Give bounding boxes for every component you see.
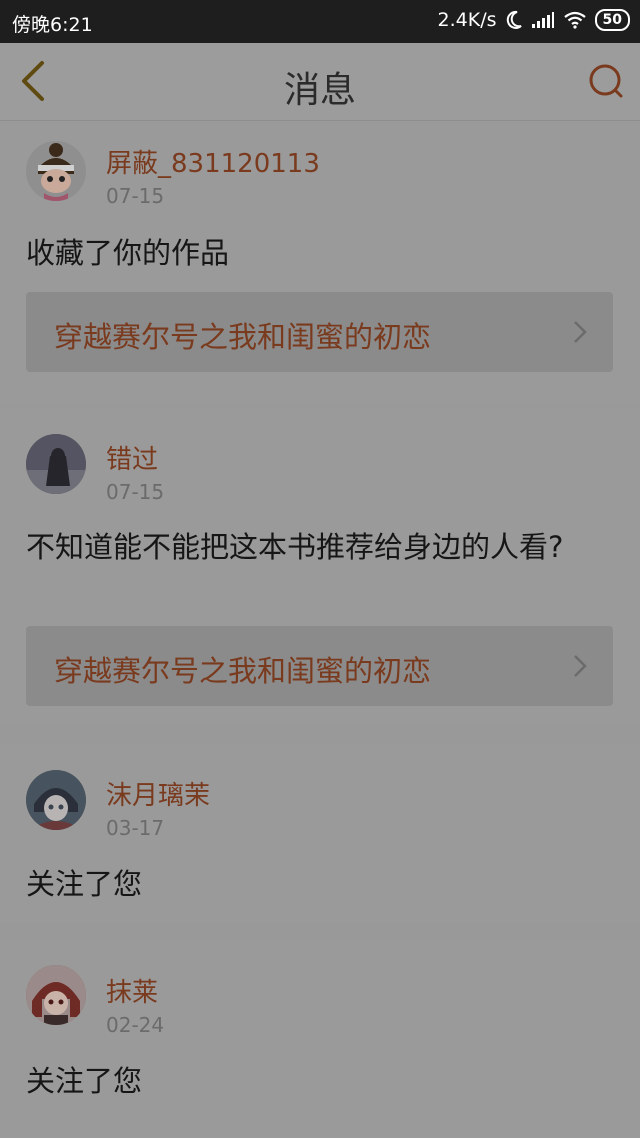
user-name[interactable]: 错过 — [106, 439, 158, 476]
user-name[interactable]: 抹莱 — [106, 972, 158, 1009]
avatar[interactable] — [26, 141, 86, 201]
message-item[interactable]: 错过 07-15 不知道能不能把这本书推荐给身边的人看? 穿越赛尔号之我和闺蜜的… — [0, 409, 640, 724]
moon-icon — [506, 10, 522, 29]
avatar[interactable] — [26, 965, 86, 1025]
user-name[interactable]: 屏蔽_831120113 — [106, 143, 320, 180]
message-date: 07-15 — [106, 480, 165, 504]
message-text: 关注了您 — [26, 1064, 143, 1098]
avatar-image — [26, 141, 86, 201]
avatar-image — [26, 770, 86, 830]
avatar[interactable] — [26, 434, 86, 494]
avatar[interactable] — [26, 770, 86, 830]
chevron-right-icon — [574, 321, 587, 343]
page-title: 消息 — [283, 70, 356, 111]
book-title: 穿越赛尔号之我和闺蜜的初恋 — [54, 320, 432, 354]
signal-icon — [531, 12, 554, 28]
battery-indicator: 50 — [594, 9, 630, 31]
message-text: 收藏了你的作品 — [26, 236, 230, 270]
navbar: 消息 — [0, 43, 640, 121]
book-link[interactable]: 穿越赛尔号之我和闺蜜的初恋 — [26, 292, 613, 372]
search-icon[interactable] — [586, 61, 626, 101]
wifi-icon — [563, 11, 586, 29]
message-text: 关注了您 — [26, 867, 143, 901]
avatar-image — [26, 434, 86, 494]
book-link[interactable]: 穿越赛尔号之我和闺蜜的初恋 — [26, 626, 613, 706]
book-title: 穿越赛尔号之我和闺蜜的初恋 — [54, 654, 432, 688]
message-text: 不知道能不能把这本书推荐给身边的人看? — [26, 530, 564, 564]
message-item[interactable]: 屏蔽_831120113 07-15 收藏了你的作品 穿越赛尔号之我和闺蜜的初恋 — [0, 121, 640, 405]
status-time: 傍晚6:21 — [12, 14, 93, 36]
message-item[interactable]: 抹莱 02-24 关注了您 — [0, 941, 640, 1138]
avatar-image — [26, 965, 86, 1025]
message-date: 02-24 — [106, 1013, 165, 1037]
message-date: 07-15 — [106, 184, 165, 208]
network-speed: 2.4K/s — [437, 9, 497, 31]
message-item[interactable]: 沫月璃茉 03-17 关注了您 — [0, 744, 640, 922]
user-name[interactable]: 沫月璃茉 — [106, 775, 210, 812]
chevron-right-icon — [574, 655, 587, 677]
message-date: 03-17 — [106, 816, 165, 840]
status-indicators: 2.4K/s 50 — [438, 9, 630, 31]
status-bar: 傍晚6:21 2.4K/s 50 — [0, 0, 640, 43]
